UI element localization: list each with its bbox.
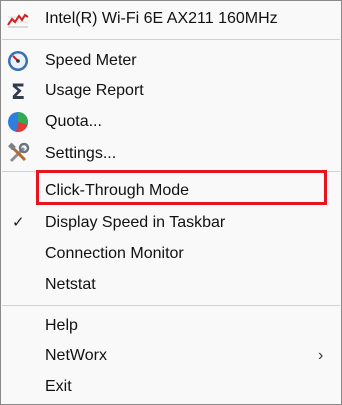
usage-report-label: Usage Report (45, 82, 144, 99)
menu-item-usage-report[interactable]: Σ Usage Report (1, 76, 341, 106)
menu-item-speed-meter[interactable]: Speed Meter (1, 46, 341, 76)
menu-item-display-speed[interactable]: ✓ Display Speed in Taskbar (1, 208, 341, 238)
menu-item-quota[interactable]: Quota... (1, 107, 341, 137)
highlight-box (36, 170, 327, 205)
help-label: Help (45, 317, 78, 334)
menu-item-connection-monitor[interactable]: Connection Monitor (1, 239, 341, 269)
menu-item-netstat[interactable]: Netstat (1, 270, 341, 300)
chevron-right-icon: › (318, 347, 324, 364)
menu-item-exit[interactable]: Exit (1, 372, 341, 402)
menu-item-networx[interactable]: NetWorx › (1, 341, 341, 371)
menu-item-adapter[interactable]: Intel(R) Wi-Fi 6E AX211 160MHz (1, 4, 341, 34)
exit-label: Exit (45, 378, 72, 395)
connection-monitor-label: Connection Monitor (45, 245, 184, 262)
svg-text:Σ: Σ (11, 80, 25, 103)
menu-separator (2, 305, 340, 306)
network-graph-icon (6, 7, 30, 31)
menu-item-help[interactable]: Help (1, 311, 341, 341)
quota-label: Quota... (45, 113, 102, 130)
pie-chart-icon (6, 110, 30, 134)
display-speed-label: Display Speed in Taskbar (45, 214, 226, 231)
menu-separator (2, 39, 340, 40)
netstat-label: Netstat (45, 276, 96, 293)
sigma-icon: Σ (6, 79, 30, 104)
networx-label: NetWorx (45, 347, 107, 364)
tools-icon (6, 142, 30, 166)
adapter-label: Intel(R) Wi-Fi 6E AX211 160MHz (45, 10, 278, 27)
menu-item-settings[interactable]: Settings... (1, 139, 341, 169)
speedometer-icon (6, 49, 30, 73)
checkmark-icon: ✓ (12, 214, 25, 231)
speed-meter-label: Speed Meter (45, 52, 137, 69)
settings-label: Settings... (45, 145, 117, 162)
